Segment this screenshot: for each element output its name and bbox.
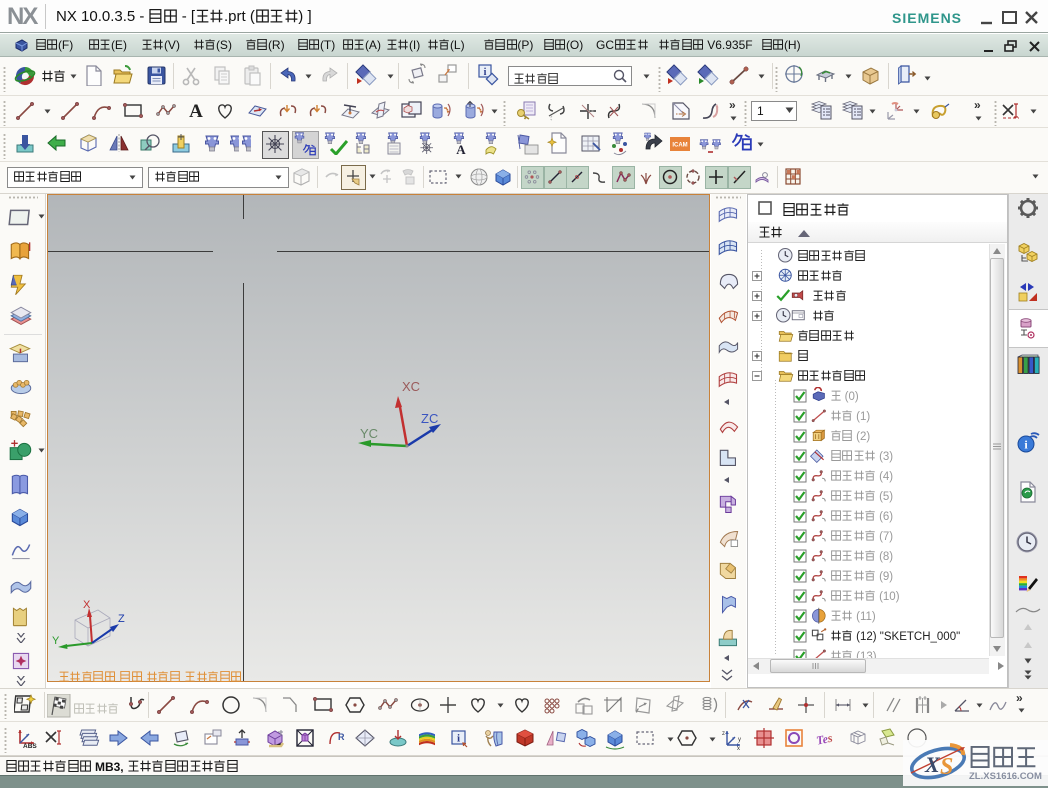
svg-text:A: A <box>189 101 203 122</box>
svg-text:Tes: Tes <box>815 731 834 748</box>
svg-text:S: S <box>940 754 953 780</box>
svg-text:R: R <box>338 732 345 742</box>
svg-text:YC: YC <box>360 426 378 441</box>
svg-text:ICAM: ICAM <box>672 143 687 149</box>
svg-text:z: z <box>722 731 725 737</box>
svg-text:ZC: ZC <box>421 411 438 426</box>
svg-text:i: i <box>484 67 487 78</box>
svg-text:ABS: ABS <box>23 743 37 750</box>
svg-text:x: x <box>737 746 740 751</box>
svg-text:y: y <box>738 737 741 743</box>
svg-text:Y: Y <box>52 635 60 647</box>
svg-text:X: X <box>83 599 91 611</box>
svg-text:XC: XC <box>402 379 420 394</box>
svg-text:X: X <box>924 752 941 777</box>
svg-text:Z: Z <box>118 613 125 625</box>
svg-text:A: A <box>456 142 466 156</box>
svg-text:i: i <box>457 733 460 745</box>
